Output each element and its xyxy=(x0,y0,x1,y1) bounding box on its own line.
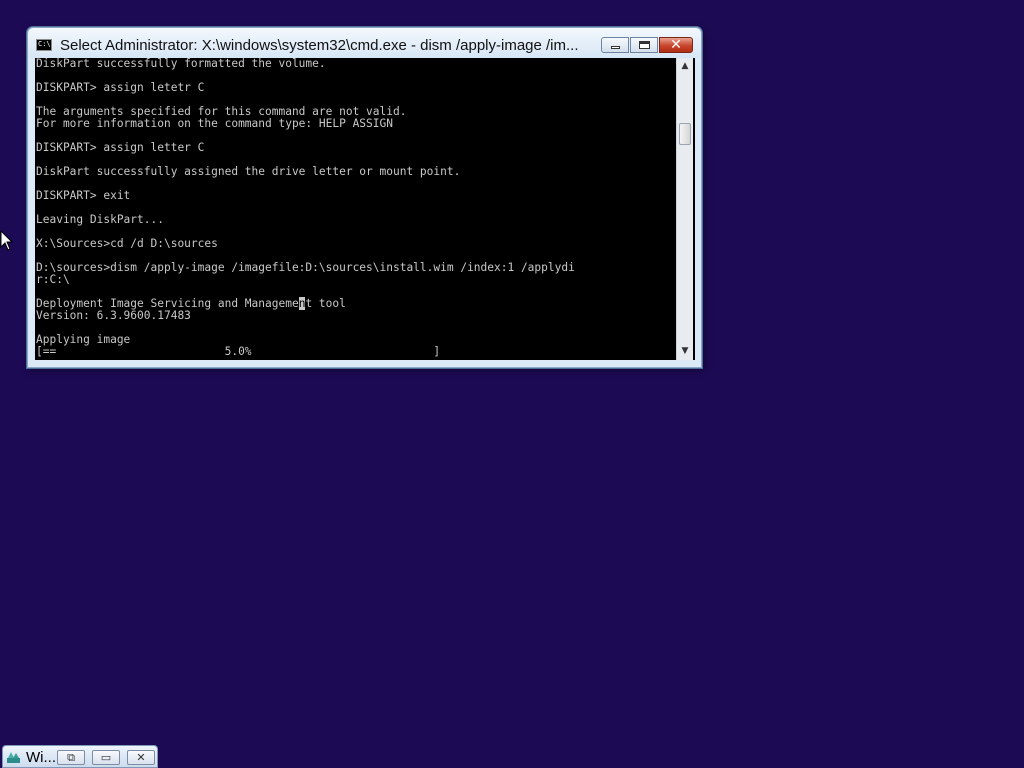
window-title: Select Administrator: X:\windows\system3… xyxy=(60,37,579,54)
minimized-window-label: Wi... xyxy=(26,749,56,766)
close-icon: ✕ xyxy=(136,751,146,764)
console-line: X:\Sources>cd /d D:\sources xyxy=(36,237,218,250)
console-line: DISKPART> assign letter C xyxy=(36,141,205,154)
minimize-button[interactable] xyxy=(601,37,629,53)
console-line: For more information on the command type… xyxy=(36,117,393,130)
minimized-window-button[interactable]: Wi... ⧉ ▭ ✕ xyxy=(2,745,158,768)
vertical-scrollbar[interactable]: ▲ ▼ xyxy=(676,58,693,360)
console-line: Leaving DiskPart... xyxy=(36,213,164,226)
maximize-icon: ▭ xyxy=(100,751,112,764)
close-icon: ✕ xyxy=(670,37,682,53)
console-output[interactable]: DiskPart successfully formatted the volu… xyxy=(35,58,695,360)
close-button[interactable]: ✕ xyxy=(659,37,693,53)
console-line: DISKPART> assign letetr C xyxy=(36,81,205,94)
console-icon-glyph: C:\ xyxy=(38,40,51,48)
console-text-segment: t tool xyxy=(305,297,346,310)
scroll-thumb[interactable] xyxy=(679,123,691,145)
restore-icon: ⧉ xyxy=(67,751,75,764)
console-line: [== 5.0% ] xyxy=(36,345,441,358)
minimize-icon xyxy=(611,46,620,49)
maximize-icon xyxy=(639,41,650,49)
console-line: DiskPart successfully formatted the volu… xyxy=(36,58,326,70)
close-button[interactable]: ✕ xyxy=(127,750,155,765)
console-line: Version: 6.3.9600.17483 xyxy=(36,309,191,322)
mouse-pointer-icon xyxy=(0,230,14,251)
console-line: D:\sources>dism /apply-image /imagefile:… xyxy=(36,261,575,274)
setup-app-icon xyxy=(7,752,20,763)
desktop-background: C:\ Select Administrator: X:\windows\sys… xyxy=(0,0,1024,768)
maximize-button[interactable]: ▭ xyxy=(92,750,120,765)
console-line: r:C:\ xyxy=(36,273,70,286)
console-line: DiskPart successfully assigned the drive… xyxy=(36,165,461,178)
maximize-button[interactable] xyxy=(630,37,658,53)
cmd-window[interactable]: C:\ Select Administrator: X:\windows\sys… xyxy=(27,27,702,368)
window-controls: ✕ xyxy=(601,37,693,55)
restore-button[interactable]: ⧉ xyxy=(57,750,85,765)
console-text: DiskPart successfully formatted the volu… xyxy=(36,58,675,358)
window-titlebar[interactable]: C:\ Select Administrator: X:\windows\sys… xyxy=(28,28,701,58)
scroll-down-arrow-icon[interactable]: ▼ xyxy=(677,343,693,360)
console-line: DISKPART> exit xyxy=(36,189,131,202)
scroll-up-arrow-icon[interactable]: ▲ xyxy=(677,58,693,75)
cmd-console-icon[interactable]: C:\ xyxy=(36,39,52,51)
